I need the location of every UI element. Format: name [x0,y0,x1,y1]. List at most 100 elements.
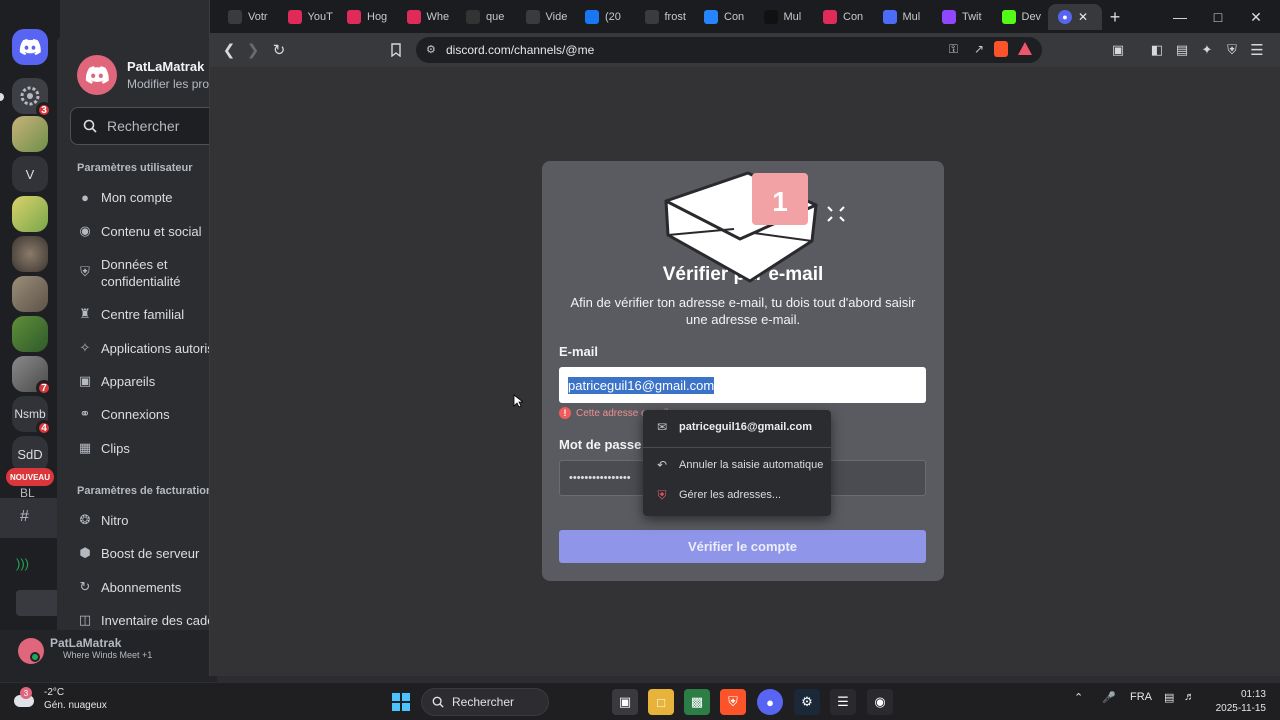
clock[interactable]: 01:13 2025-11-15 [1206,688,1266,716]
server-icon[interactable] [12,276,48,312]
share-icon[interactable]: ↗ [974,42,984,56]
taskbar-search[interactable]: Rechercher [421,688,549,716]
server-icon[interactable] [12,196,48,232]
address-bar[interactable]: ⚙ discord.com/channels/@me ⚿ ↗ [416,37,1042,63]
settings-item-connections[interactable]: ⚭ Connexions [77,406,170,422]
shield-icon: ⛨ [80,264,90,279]
browser-tab[interactable]: (20 [575,4,633,30]
vpn-icon[interactable]: ⛨ [1221,39,1243,61]
network-icon[interactable]: ▤ [1164,691,1174,704]
browser-tab[interactable]: Dev [992,4,1050,30]
menu-icon[interactable]: ☰ [1246,39,1268,61]
file-explorer-icon[interactable]: □ [648,689,674,715]
sparkle-icon [827,206,845,222]
modal-description: Afin de vérifier ton adresse e-mail, tu … [570,295,916,327]
game-app-icon[interactable]: ☰ [830,689,856,715]
task-view-icon[interactable]: ▣ [612,689,638,715]
settings-item-gift-inventory[interactable]: ◫ Inventaire des cadeaux [77,612,217,628]
discord-taskbar-icon[interactable]: ● [757,689,783,715]
minimize-button[interactable]: — [1168,6,1192,28]
brave-browser-icon[interactable]: ⛨ [720,689,746,715]
settings-item-server-boost[interactable]: ⬢ Boost de serveur [77,545,199,561]
steam-icon[interactable]: ⚙ [794,689,820,715]
settings-item-my-account[interactable]: ● Mon compte [77,189,172,205]
browser-tab[interactable]: Vide [516,4,574,30]
new-tab-button[interactable]: + [1103,6,1127,28]
browser-tab[interactable]: Mul [754,4,812,30]
autofill-cancel[interactable]: ↶ Annuler la saisie automatique [643,458,831,472]
browser-tab[interactable]: frost [635,4,693,30]
forward-button[interactable]: ❯ [242,39,264,61]
browser-tab[interactable]: Hog [337,4,395,30]
tab-active-discord[interactable]: ● ✕ [1048,4,1102,30]
leo-ai-icon[interactable]: ✦ [1196,39,1218,61]
settings-search-input[interactable]: Rechercher [70,107,217,145]
tab-close-icon[interactable]: ✕ [1078,10,1088,24]
sidebar-icon[interactable]: ◧ [1146,39,1168,61]
youtube-icon [406,10,421,24]
recorder-icon[interactable]: ◉ [867,689,893,715]
browser-tab[interactable]: Votr [218,4,276,30]
settings-item-authorized-apps[interactable]: ✧ Applications autorisées [77,340,217,356]
browser-tab[interactable]: Con [694,4,752,30]
wallet-icon[interactable]: ▤ [1171,39,1193,61]
email-input[interactable]: patriceguil16@gmail.com [559,367,926,403]
site-info-icon[interactable]: ⚙ [426,43,436,56]
settings-item-content-social[interactable]: ◉ Contenu et social [77,223,201,239]
server-icon[interactable]: V [12,156,48,192]
volume-icon[interactable]: ♬ [1184,691,1195,703]
close-window-button[interactable]: ✕ [1244,6,1268,28]
tray-overflow-icon[interactable]: ⌃ [1074,691,1083,704]
browser-tab[interactable]: Twit [932,4,990,30]
server-icon[interactable]: 3 [12,78,52,118]
settings-item-subscriptions[interactable]: ↻ Abonnements [77,579,182,595]
microphone-icon[interactable]: 🎤 [1102,691,1116,704]
brave-rewards-icon[interactable] [1018,42,1032,55]
bookmark-icon[interactable] [385,39,407,61]
grid-icon [882,10,897,24]
discord-tab-icon: ● [1058,10,1072,24]
windows-start-icon[interactable] [388,689,414,715]
reload-button[interactable]: ↻ [268,39,290,61]
server-icon[interactable]: SdD [12,436,48,472]
voice-button[interactable] [16,590,60,616]
browser-tab[interactable]: YouT [278,4,336,30]
channel-entry[interactable]: # [0,498,60,538]
weather-widget[interactable]: 3 -2°C Gén. nuageux [14,687,107,711]
autofill-manage[interactable]: ⛨ Gérer les adresses... [643,488,831,502]
clips-icon: ▦ [78,440,92,455]
autofill-suggestion[interactable]: ✉ patriceguil16@gmail.com [643,420,831,434]
password-key-icon[interactable]: ⚿ [949,42,958,57]
browser-tab[interactable]: Con [813,4,871,30]
settings-item-nitro[interactable]: ❂ Nitro [77,512,129,528]
activity-status: Where Winds Meet +1 [63,650,153,660]
browser-window: Votr YouT Hog Whe que Vide (20 frost Con Mul Con Mu… [209,0,1280,676]
server-icon[interactable] [12,116,48,152]
language-indicator[interactable]: FRA [1130,691,1152,703]
browser-tab[interactable]: Whe [397,4,455,30]
avatar [77,55,117,95]
server-icon[interactable] [12,236,48,272]
screenshot-icon[interactable]: ▣ [1107,39,1129,61]
back-button[interactable]: ❮ [218,39,240,61]
browser-tab[interactable]: Mul [873,4,931,30]
server-icon[interactable]: Nsmb 4 [12,396,52,436]
maximize-button[interactable]: □ [1206,6,1230,28]
profile-header[interactable]: PatLaMatrak Modifier les profils [77,55,217,95]
settings-item-label: Nitro [101,512,129,528]
brave-shields-icon[interactable] [994,41,1008,57]
settings-item-privacy[interactable]: ⛨ Données et confidentialité [77,256,211,290]
server-icon[interactable]: 7 [12,356,52,396]
store-icon[interactable]: ▩ [684,689,710,715]
browser-tab[interactable]: que [456,4,514,30]
settings-item-devices[interactable]: ▣ Appareils [77,373,155,389]
server-mention-badge: 4 [36,420,52,436]
verify-account-button[interactable]: Vérifier le compte [559,530,926,563]
discord-home-button[interactable] [12,29,48,65]
server-mention-badge: 7 [36,380,52,396]
settings-item-family-center[interactable]: ♜ Centre familial [77,306,184,322]
settings-item-label: Clips [101,440,130,456]
server-icon[interactable] [12,316,48,352]
settings-item-label: Appareils [101,373,156,389]
settings-item-clips[interactable]: ▦ Clips [77,440,130,456]
